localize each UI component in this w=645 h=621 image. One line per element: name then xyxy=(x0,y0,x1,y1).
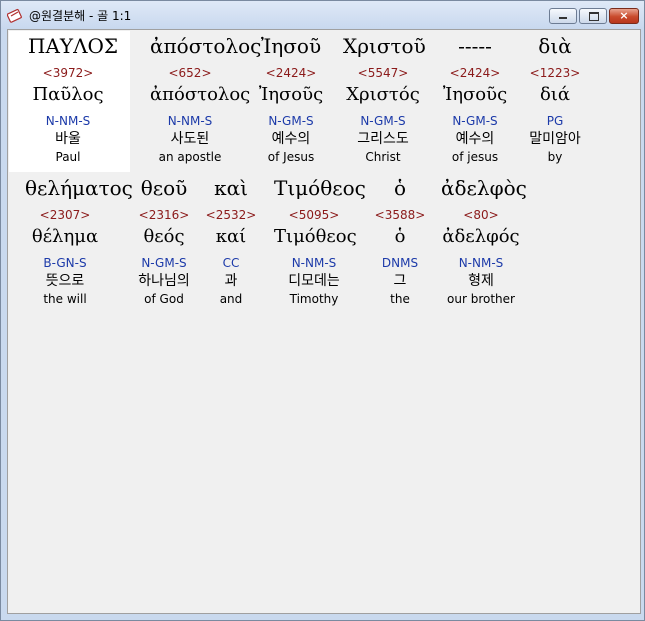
english-gloss: of jesus xyxy=(451,150,499,164)
greek-word: Ἰησοῦ xyxy=(260,34,322,58)
lemma: Τιμόθεος xyxy=(274,226,357,247)
close-button[interactable]: × xyxy=(609,8,639,24)
korean-gloss: 그리스도 xyxy=(357,131,409,147)
parsing-code: DNMS xyxy=(381,256,419,270)
lemma: καί xyxy=(215,226,247,247)
lemma: Ἰησοῦς xyxy=(258,84,324,105)
korean-gloss: 형제 xyxy=(468,273,494,289)
parsing-code: PG xyxy=(546,114,564,128)
korean-gloss: 바울 xyxy=(55,131,81,147)
minimize-icon xyxy=(559,17,567,19)
lemma: ἀπόστολος xyxy=(150,84,251,105)
greek-word: ΠΑΥΛΟΣ xyxy=(28,34,119,58)
english-gloss: the xyxy=(390,292,410,306)
parsing-code: B-GN-S xyxy=(43,256,87,270)
lemma: Χριστός xyxy=(346,84,420,105)
lemma: ἀδελφός xyxy=(442,226,520,247)
korean-gloss: 예수의 xyxy=(455,131,495,147)
strong-number: <5547> xyxy=(357,66,409,80)
close-icon: × xyxy=(619,9,629,22)
korean-gloss: 그 xyxy=(393,273,407,289)
parsing-code: N-NM-S xyxy=(291,256,337,270)
english-gloss: the will xyxy=(43,292,87,306)
app-icon xyxy=(7,8,22,23)
strong-number: <2307> xyxy=(39,208,91,222)
korean-gloss: 뜻으로 xyxy=(45,273,85,289)
strong-number: <3588> xyxy=(374,208,426,222)
greek-word: διὰ xyxy=(538,34,572,58)
english-gloss: by xyxy=(547,150,563,164)
strong-number: <2424> xyxy=(449,66,501,80)
parsing-code: N-NM-S xyxy=(167,114,213,128)
strong-number: <80> xyxy=(463,208,499,222)
english-gloss: Timothy xyxy=(289,292,339,306)
parsing-code: N-NM-S xyxy=(45,114,91,128)
greek-word: ὁ xyxy=(393,176,407,200)
lemma: Ἰησοῦς xyxy=(442,84,508,105)
strong-number: <1223> xyxy=(529,66,581,80)
parsing-code: N-NM-S xyxy=(458,256,504,270)
maximize-button[interactable] xyxy=(579,8,607,24)
greek-word: ----- xyxy=(458,34,492,58)
english-gloss: our brother xyxy=(447,292,515,306)
strong-number: <2532> xyxy=(205,208,257,222)
greek-word: καὶ xyxy=(214,176,248,200)
parsing-code: N-GM-S xyxy=(452,114,498,128)
parsing-code: N-GM-S xyxy=(268,114,314,128)
korean-gloss: 말미암아 xyxy=(529,131,581,147)
strong-number: <3972> xyxy=(42,66,94,80)
maximize-icon xyxy=(589,12,599,21)
lemma: διά xyxy=(539,84,571,105)
english-gloss: and xyxy=(219,292,243,306)
english-gloss: an apostle xyxy=(158,150,222,164)
parsing-code: CC xyxy=(222,256,240,270)
strong-number: <652> xyxy=(168,66,212,80)
korean-gloss: 디모데는 xyxy=(288,273,340,289)
app-window: @원결분해 - 골 1:1 × ΠΑΥΛΟΣ <3972> Παῦλος N-N… xyxy=(0,0,645,621)
lemma: ὁ xyxy=(394,226,406,247)
title-bar[interactable]: @원결분해 - 골 1:1 × xyxy=(1,1,644,29)
lemma: Παῦλος xyxy=(32,84,104,105)
korean-gloss: 예수의 xyxy=(271,131,311,147)
parsing-code: N-GM-S xyxy=(360,114,406,128)
interlinear-panel[interactable]: ΠΑΥΛΟΣ <3972> Παῦλος N-NM-S 바울 Paul ἀπόσ… xyxy=(7,29,641,614)
strong-number: <5095> xyxy=(288,208,340,222)
lemma: θέλημα xyxy=(31,226,99,247)
strong-number: <2424> xyxy=(265,66,317,80)
minimize-button[interactable] xyxy=(549,8,577,24)
english-gloss: Christ xyxy=(365,150,401,164)
korean-gloss: 과 xyxy=(224,273,238,289)
window-title: @원결분해 - 골 1:1 xyxy=(29,9,132,23)
greek-word: θελήματος xyxy=(25,176,133,200)
english-gloss: of Jesus xyxy=(267,150,315,164)
greek-word: Τιμόθεος xyxy=(274,176,366,200)
greek-word: Χριστοῦ xyxy=(343,34,426,58)
english-gloss: Paul xyxy=(55,150,81,164)
korean-gloss: 사도된 xyxy=(170,131,210,147)
greek-word: ἀπόστολος xyxy=(150,34,262,58)
greek-word: ἀδελφὸς xyxy=(441,176,527,200)
